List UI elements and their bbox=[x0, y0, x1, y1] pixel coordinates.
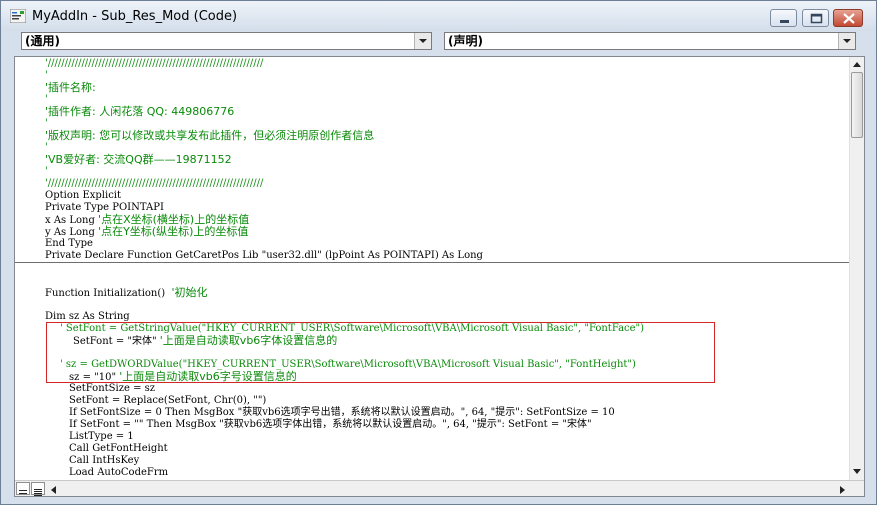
scroll-left-button[interactable] bbox=[47, 482, 61, 496]
code-comment: '上面是自动读取vb6字体设置信息的 bbox=[159, 334, 338, 347]
close-button[interactable] bbox=[833, 9, 863, 27]
code-text: Function Initialization() bbox=[45, 288, 166, 299]
window-title: MyAddIn - Sub_Res_Mod (Code) bbox=[32, 9, 238, 24]
title-bar[interactable]: MyAddIn - Sub_Res_Mod (Code) bbox=[1, 1, 876, 31]
code-comment-line: '版权声明: 您可以修改或共享发布此插件，但必须注明原创作者信息 bbox=[45, 129, 375, 142]
code-comment: '上面是自动读取vb6字号设置信息的 bbox=[119, 370, 297, 383]
full-module-view-icon bbox=[34, 489, 42, 496]
arrow-up-icon bbox=[853, 62, 861, 67]
vertical-scroll-thumb[interactable] bbox=[851, 72, 863, 138]
maximize-icon bbox=[810, 13, 823, 24]
scrollbar-corner bbox=[849, 481, 864, 496]
object-combobox[interactable]: (通用) bbox=[21, 32, 432, 50]
code-line: y As Long '点在Y坐标(纵坐标)上的坐标值 bbox=[45, 226, 248, 238]
code-comment: '点在Y坐标(纵坐标)上的坐标值 bbox=[98, 225, 249, 238]
procedure-separator bbox=[15, 262, 849, 263]
code-line: SetFontSize = sz bbox=[69, 383, 156, 394]
code-comment-line: ' bbox=[45, 142, 48, 153]
minimize-icon bbox=[780, 20, 789, 23]
scroll-down-button[interactable] bbox=[850, 464, 864, 479]
code-comment-line: 'VB爱好者: 交流QQ群——19871152 bbox=[45, 153, 232, 166]
code-line: End Type bbox=[45, 238, 93, 249]
code-comment-line: '插件作者: 人闲花落 QQ: 449806776 bbox=[45, 105, 235, 118]
vertical-scrollbar[interactable] bbox=[849, 57, 864, 480]
chevron-down-icon bbox=[419, 39, 427, 43]
object-combobox-value: (通用) bbox=[25, 34, 60, 48]
code-comment-line: '插件名称: bbox=[45, 81, 96, 94]
code-comment-line: ' bbox=[45, 70, 48, 81]
code-area[interactable]: '///////////////////////////////////////… bbox=[15, 57, 849, 480]
code-line: SetFont = "宋体" '上面是自动读取vb6字体设置信息的 bbox=[73, 335, 337, 347]
minimize-button[interactable] bbox=[770, 9, 797, 27]
code-line: ListType = 1 bbox=[69, 431, 134, 442]
code-comment-line: '///////////////////////////////////////… bbox=[45, 178, 264, 189]
code-comment-line: ' bbox=[45, 118, 48, 129]
code-line: Function Initialization() '初始化 bbox=[45, 287, 208, 299]
code-comment-line: ' SetFont = GetStringValue("HKEY_CURRENT… bbox=[60, 323, 645, 334]
procedure-combobox-value: (声明) bbox=[448, 34, 483, 48]
code-text: y As Long bbox=[45, 227, 95, 238]
maximize-button[interactable] bbox=[802, 9, 829, 27]
code-line: Load AutoCodeFrm bbox=[69, 467, 169, 478]
vba-app-icon bbox=[10, 9, 26, 23]
code-line: If SetFont = "" Then MsgBox "获取vb6选项字体出错… bbox=[69, 419, 592, 430]
scroll-right-button[interactable] bbox=[835, 482, 849, 496]
code-comment-line: ' sz = GetDWORDValue("HKEY_CURRENT_USER\… bbox=[60, 359, 636, 370]
code-comment-line: '///////////////////////////////////////… bbox=[45, 58, 264, 69]
code-comment-line: ' bbox=[45, 166, 48, 177]
chevron-down-icon bbox=[843, 39, 851, 43]
procedure-combobox[interactable]: (声明) bbox=[444, 32, 856, 50]
editor-bottom-bar bbox=[15, 480, 864, 496]
procedure-combobox-dropdown-button[interactable] bbox=[838, 33, 855, 49]
code-comment-line: ' bbox=[45, 94, 48, 105]
code-line: Call GetFontHeight bbox=[69, 443, 168, 454]
horizontal-scrollbar-track[interactable] bbox=[62, 482, 834, 496]
arrow-right-icon bbox=[840, 486, 845, 494]
code-line: If SetFontSize = 0 Then MsgBox "获取vb6选项字… bbox=[69, 407, 615, 418]
code-text: sz = "10" bbox=[69, 372, 117, 383]
arrow-down-icon bbox=[853, 469, 861, 474]
code-line: Option Explicit bbox=[45, 190, 122, 201]
code-text: SetFont = "宋体" bbox=[73, 336, 157, 347]
code-line: sz = "10" '上面是自动读取vb6字号设置信息的 bbox=[69, 371, 297, 383]
code-text: x As Long bbox=[45, 215, 95, 226]
object-combobox-dropdown-button[interactable] bbox=[414, 33, 431, 49]
code-window: MyAddIn - Sub_Res_Mod (Code) (通用) (声明) '… bbox=[0, 0, 877, 505]
scroll-up-button[interactable] bbox=[850, 57, 864, 72]
code-comment: '初始化 bbox=[171, 286, 208, 299]
full-module-view-button[interactable] bbox=[31, 482, 45, 496]
code-line: Private Type POINTAPI bbox=[45, 202, 164, 213]
procedure-view-button[interactable] bbox=[16, 482, 30, 495]
code-line: Dim sz As String bbox=[45, 311, 130, 322]
procedure-view-icon bbox=[19, 490, 27, 494]
code-editor[interactable]: '///////////////////////////////////////… bbox=[14, 56, 865, 497]
code-line: SetFont = Replace(SetFont, Chr(0), "") bbox=[69, 395, 267, 406]
close-icon bbox=[843, 13, 855, 24]
arrow-left-icon bbox=[51, 486, 56, 494]
code-line: Private Declare Function GetCaretPos Lib… bbox=[45, 250, 483, 261]
code-line: Call IntHsKey bbox=[69, 455, 140, 466]
